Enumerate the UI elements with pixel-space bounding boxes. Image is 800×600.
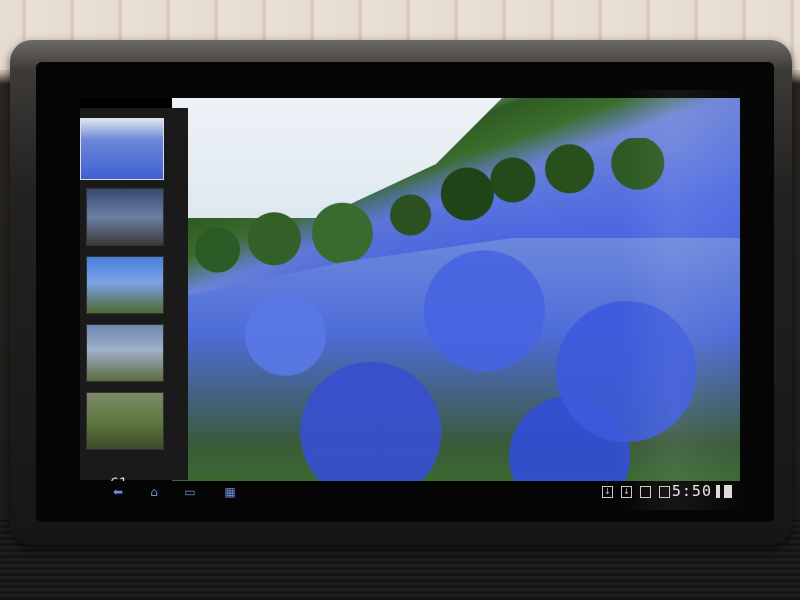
download-icon: ↓	[602, 486, 613, 498]
system-bar: ⬅ ⌂ ▭ ▦ ↓ ↓ 5:50	[80, 481, 740, 503]
recent-apps-icon[interactable]: ▭	[180, 485, 200, 499]
status-icons: ↓ ↓	[602, 486, 670, 498]
wifi-icon	[716, 485, 720, 498]
screenshot-icon[interactable]: ▦	[220, 485, 240, 499]
thumbnail[interactable]	[86, 324, 164, 382]
gallery-filmstrip[interactable]: 61	[80, 108, 188, 492]
back-icon[interactable]: ⬅	[108, 485, 128, 499]
sd-card-icon	[640, 486, 651, 498]
thumbnail-selected[interactable]	[80, 118, 164, 180]
home-icon[interactable]: ⌂	[144, 485, 164, 499]
lavender-field-photo[interactable]	[172, 98, 740, 481]
thumbnail[interactable]	[86, 256, 164, 314]
thumbnail[interactable]	[86, 392, 164, 450]
usb-icon	[659, 486, 670, 498]
clock[interactable]: 5:50	[672, 482, 712, 500]
thumbnail[interactable]	[86, 188, 164, 246]
download-icon: ↓	[621, 486, 632, 498]
battery-icon	[724, 485, 732, 498]
tablet-screen: 61 ⬅ ⌂ ▭ ▦ ↓ ↓ 5:50	[80, 98, 740, 503]
